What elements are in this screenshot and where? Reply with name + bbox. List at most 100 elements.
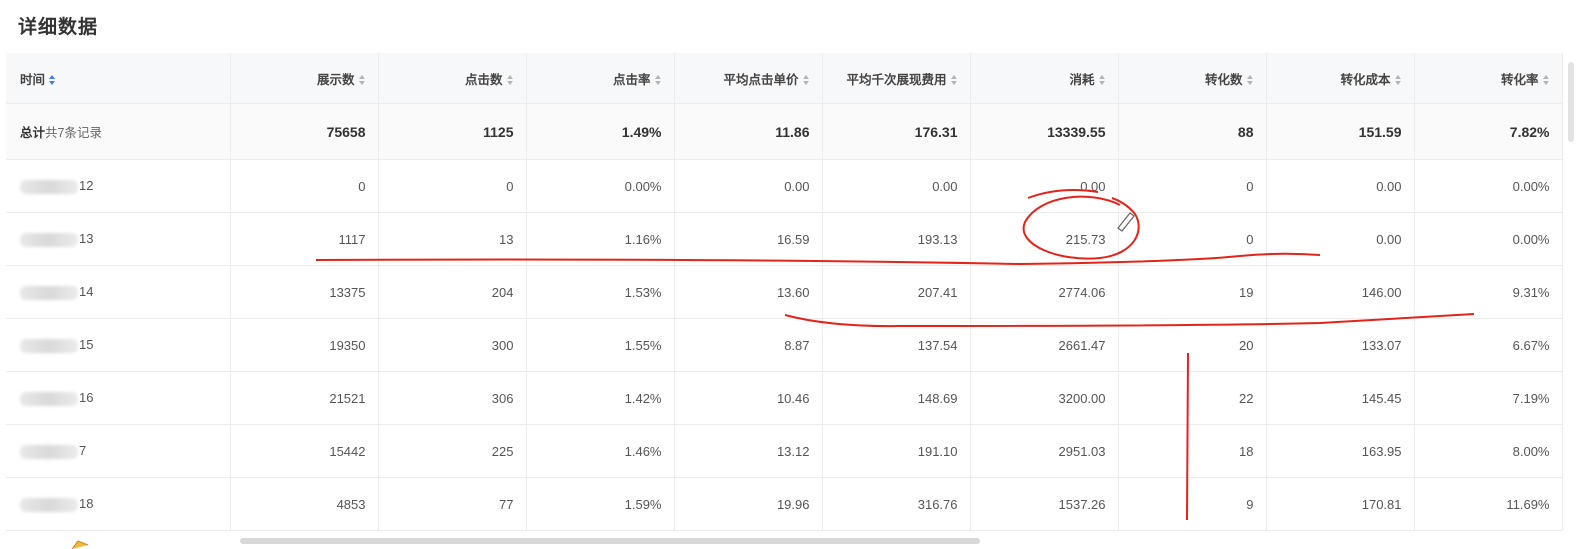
date-cell: 14 xyxy=(6,265,231,319)
data-cell: 193.13 xyxy=(822,212,971,266)
total-cell: 88 xyxy=(1118,103,1267,160)
detail-data-table: 时间 展示数 点击数 点击率 平均点击单价 平均千次展现费用 消耗 转化数 转化成本 转化率 总计… xyxy=(6,53,1563,531)
data-cell: 18 xyxy=(1118,424,1267,478)
data-cell: 133.07 xyxy=(1266,318,1415,372)
data-cell: 137.54 xyxy=(822,318,971,372)
column-header[interactable]: 点击率 xyxy=(526,53,675,104)
data-cell: 13.60 xyxy=(674,265,823,319)
date-cell: 16 xyxy=(6,371,231,425)
sort-icon[interactable] xyxy=(654,75,662,86)
total-cell: 1.49% xyxy=(526,103,675,160)
date-day-text: 15 xyxy=(79,337,94,353)
date-day-text: 12 xyxy=(79,178,94,194)
data-cell: 15442 xyxy=(230,424,379,478)
column-header[interactable]: 平均点击单价 xyxy=(674,53,823,104)
data-cell: 1.46% xyxy=(526,424,675,478)
column-header[interactable]: 时间 xyxy=(6,53,231,104)
data-cell: 1.16% xyxy=(526,212,675,266)
vertical-scrollbar[interactable] xyxy=(1568,62,1574,142)
total-row: 总计共7条记录 75658 1125 1.49% 11.86 176.31 13… xyxy=(6,103,1563,160)
sort-icon[interactable] xyxy=(49,75,56,86)
date-day-text: 7 xyxy=(79,443,87,459)
column-header-label: 平均点击单价 xyxy=(723,72,799,87)
column-header[interactable]: 消耗 xyxy=(970,53,1119,104)
data-cell: 0.00% xyxy=(1414,159,1563,213)
data-cell: 300 xyxy=(378,318,527,372)
data-cell: 306 xyxy=(378,371,527,425)
total-label: 总计 xyxy=(20,126,46,140)
data-cell: 13375 xyxy=(230,265,379,319)
column-header-label: 点击数 xyxy=(464,72,503,87)
column-header-label: 消耗 xyxy=(1069,72,1095,87)
data-cell: 6.67% xyxy=(1414,318,1563,372)
column-header-label: 转化率 xyxy=(1500,72,1539,87)
column-header-label: 转化成本 xyxy=(1340,72,1391,87)
total-cell: 75658 xyxy=(230,103,379,160)
data-cell: 1.59% xyxy=(526,477,675,531)
date-day-text: 16 xyxy=(79,390,94,406)
blurred-date-mask xyxy=(20,285,78,300)
date-day-text: 13 xyxy=(79,231,94,247)
horizontal-scrollbar[interactable] xyxy=(240,538,980,544)
blurred-date-mask xyxy=(20,179,78,194)
data-cell: 8.87 xyxy=(674,318,823,372)
data-cell: 146.00 xyxy=(1266,265,1415,319)
table-row: 16 21521 306 1.42% 10.46 148.69 3200.00 22 145.4… xyxy=(6,371,1563,425)
sort-icon[interactable] xyxy=(1098,75,1106,86)
cursor-fragment xyxy=(71,540,89,549)
column-header[interactable]: 展示数 xyxy=(230,53,379,104)
data-cell: 191.10 xyxy=(822,424,971,478)
sort-icon[interactable] xyxy=(1542,75,1550,86)
data-cell: 22 xyxy=(1118,371,1267,425)
column-header[interactable]: 转化成本 xyxy=(1266,53,1415,104)
data-cell: 0.00 xyxy=(674,159,823,213)
column-header[interactable]: 点击数 xyxy=(378,53,527,104)
total-cell: 13339.55 xyxy=(970,103,1119,160)
total-record-count: 共7条记录 xyxy=(45,126,102,140)
data-cell: 0.00% xyxy=(526,159,675,213)
sort-icon[interactable] xyxy=(950,75,958,86)
total-cell: 1125 xyxy=(378,103,527,160)
data-cell: 204 xyxy=(378,265,527,319)
data-cell: 21521 xyxy=(230,371,379,425)
data-cell: 0 xyxy=(378,159,527,213)
blurred-date-mask xyxy=(20,232,78,247)
date-cell: 12 xyxy=(6,159,231,213)
blurred-date-mask xyxy=(20,497,78,512)
data-cell: 10.46 xyxy=(674,371,823,425)
data-cell: 2661.47 xyxy=(970,318,1119,372)
table-header-row: 时间 展示数 点击数 点击率 平均点击单价 平均千次展现费用 消耗 转化数 转化成本 转化率 xyxy=(6,53,1563,104)
data-cell: 3200.00 xyxy=(970,371,1119,425)
sort-icon[interactable] xyxy=(358,75,366,86)
total-cell: 11.86 xyxy=(674,103,823,160)
date-day-text: 18 xyxy=(79,496,94,512)
data-cell: 4853 xyxy=(230,477,379,531)
column-header[interactable]: 平均千次展现费用 xyxy=(822,53,971,104)
column-header[interactable]: 转化数 xyxy=(1118,53,1267,104)
data-cell: 1.42% xyxy=(526,371,675,425)
data-cell: 7.19% xyxy=(1414,371,1563,425)
data-cell: 215.73 xyxy=(970,212,1119,266)
sort-icon[interactable] xyxy=(802,75,810,86)
data-cell: 2774.06 xyxy=(970,265,1119,319)
table-row: 18 4853 77 1.59% 19.96 316.76 1537.26 9 170.81 11… xyxy=(6,477,1563,531)
data-cell: 148.69 xyxy=(822,371,971,425)
sort-icon[interactable] xyxy=(1246,75,1254,86)
total-cell: 176.31 xyxy=(822,103,971,160)
data-cell: 19.96 xyxy=(674,477,823,531)
data-cell: 19350 xyxy=(230,318,379,372)
total-label-cell: 总计共7条记录 xyxy=(6,103,231,160)
data-cell: 0 xyxy=(230,159,379,213)
sort-icon[interactable] xyxy=(1394,75,1402,86)
column-header[interactable]: 转化率 xyxy=(1414,53,1563,104)
data-cell: 16.59 xyxy=(674,212,823,266)
column-header-label: 时间 xyxy=(20,72,46,87)
data-cell: 170.81 xyxy=(1266,477,1415,531)
data-cell: 1.55% xyxy=(526,318,675,372)
sort-icon[interactable] xyxy=(506,75,514,86)
data-cell: 13.12 xyxy=(674,424,823,478)
date-cell: 15 xyxy=(6,318,231,372)
column-header-label: 点击率 xyxy=(612,72,651,87)
data-cell: 163.95 xyxy=(1266,424,1415,478)
data-cell: 0.00 xyxy=(1266,159,1415,213)
